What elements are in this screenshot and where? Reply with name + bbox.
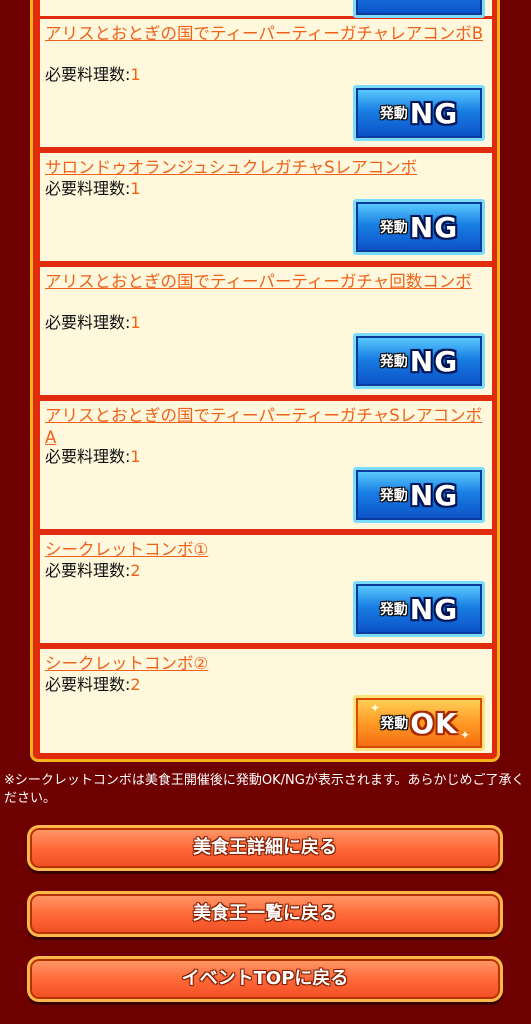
- required-dishes-label: 必要料理数:: [45, 179, 131, 198]
- combo-title-link[interactable]: サロンドゥオランジュシュクレガチャSレアコンボ: [45, 157, 485, 179]
- combo-title-link[interactable]: シークレットコンボ②: [45, 653, 485, 675]
- status-badge-text: OK: [410, 706, 458, 740]
- required-dishes-value: 1: [130, 179, 141, 198]
- status-badge-ng: 発動 NG: [353, 85, 485, 141]
- status-badge-small: 発動: [379, 354, 408, 370]
- combo-item: サロンドゥオランジュシュクレガチャSレアコンボ 必要料理数:1 発動 NG: [38, 153, 494, 261]
- combo-item-previous: [38, 0, 494, 18]
- required-dishes-label: 必要料理数:: [45, 561, 131, 580]
- status-badge-text: NG: [409, 592, 459, 626]
- status-badge-small: 発動: [379, 106, 408, 122]
- required-dishes-label: 必要料理数:: [45, 313, 131, 332]
- combo-title-link[interactable]: アリスとおとぎの国でティーパーティーガチャレアコンボB: [45, 23, 485, 45]
- combo-item: シークレットコンボ① 必要料理数:2 発動 NG: [38, 535, 494, 643]
- combo-item: シークレットコンボ② 必要料理数:2 ✦ ✦ 発動 OK: [38, 649, 494, 753]
- status-badge-text: NG: [409, 96, 459, 130]
- combo-title-link[interactable]: アリスとおとぎの国でティーパーティーガチャ回数コンボ: [45, 271, 485, 293]
- status-badge-small: 発動: [379, 220, 408, 236]
- back-to-gourmet-list-button[interactable]: 美食王一覧に戻る: [27, 891, 503, 937]
- combo-item: アリスとおとぎの国でティーパーティーガチャSレアコンボA 必要料理数:1 発動 …: [38, 401, 494, 529]
- status-badge-ng: 発動 NG: [353, 199, 485, 255]
- ng-badge: [353, 0, 485, 18]
- required-dishes-value: 1: [130, 313, 141, 332]
- required-dishes: 必要料理数:2: [45, 561, 141, 581]
- required-dishes: 必要料理数:1: [45, 65, 141, 85]
- combo-title-link[interactable]: シークレットコンボ①: [45, 539, 485, 561]
- required-dishes: 必要料理数:1: [45, 313, 141, 333]
- sparkle-icon: ✦: [370, 701, 381, 715]
- required-dishes-value: 1: [130, 65, 141, 84]
- required-dishes-value: 2: [130, 675, 141, 694]
- status-badge-small: 発動: [379, 488, 408, 504]
- sparkle-icon: ✦: [459, 728, 470, 742]
- combo-item: アリスとおとぎの国でティーパーティーガチャ回数コンボ 必要料理数:1 発動 NG: [38, 267, 494, 395]
- back-to-gourmet-detail-button[interactable]: 美食王詳細に戻る: [27, 825, 503, 871]
- status-badge-ng: 発動 NG: [353, 581, 485, 637]
- required-dishes-value: 1: [130, 447, 141, 466]
- status-badge-ng: 発動 NG: [353, 467, 485, 523]
- status-badge-small: 発動: [379, 602, 408, 618]
- status-badge-small: 発動: [380, 716, 409, 732]
- status-badge-ok: ✦ ✦ 発動 OK: [353, 695, 485, 751]
- combo-item: アリスとおとぎの国でティーパーティーガチャレアコンボB 必要料理数:1 発動 N…: [38, 19, 494, 147]
- required-dishes-label: 必要料理数:: [45, 447, 131, 466]
- required-dishes-value: 2: [130, 561, 141, 580]
- notice-text: ※シークレットコンボは美食王開催後に発動OK/NGが表示されます。あらかじめご了…: [4, 773, 525, 806]
- status-badge-ng: 発動 NG: [353, 333, 485, 389]
- status-badge-text: NG: [409, 478, 459, 512]
- required-dishes: 必要料理数:2: [45, 675, 141, 695]
- back-to-event-top-button[interactable]: イベントTOPに戻る: [27, 956, 503, 1002]
- required-dishes: 必要料理数:1: [45, 447, 141, 467]
- required-dishes: 必要料理数:1: [45, 179, 141, 199]
- combo-title-link[interactable]: アリスとおとぎの国でティーパーティーガチャSレアコンボA: [45, 405, 485, 449]
- status-badge-text: NG: [409, 344, 459, 378]
- status-badge-text: NG: [409, 210, 459, 244]
- required-dishes-label: 必要料理数:: [45, 65, 131, 84]
- required-dishes-label: 必要料理数:: [45, 675, 131, 694]
